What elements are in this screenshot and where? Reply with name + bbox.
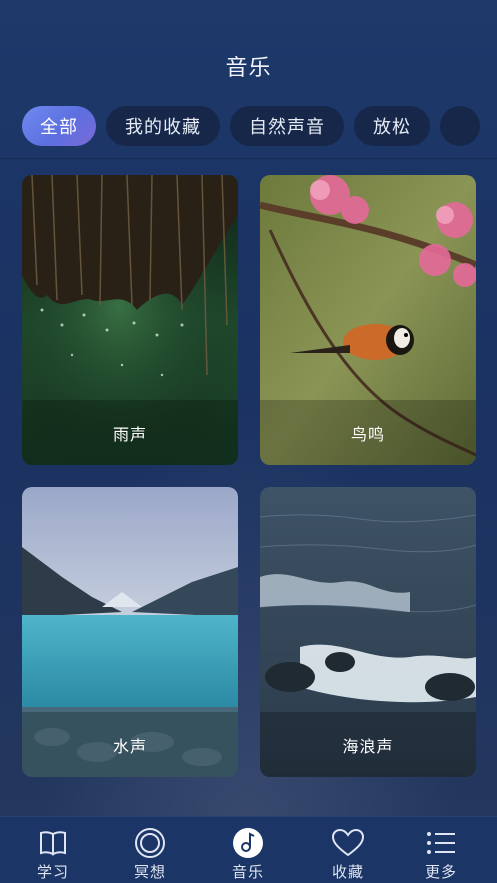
- meditation-circle-icon: [135, 828, 165, 858]
- category-tabs: 全部 我的收藏 自然声音 放松: [22, 106, 497, 146]
- sound-card-rain[interactable]: 雨声: [22, 175, 238, 465]
- sound-card-waves[interactable]: 海浪声: [260, 487, 476, 777]
- page-title: 音乐: [225, 56, 272, 81]
- card-label: 海浪声: [260, 712, 476, 777]
- header: 音乐: [0, 0, 497, 100]
- bottom-tab-bar: 学习 冥想 音乐 收藏 更多: [0, 816, 497, 883]
- book-icon: [40, 831, 66, 856]
- sound-card-bird[interactable]: 鸟鸣: [260, 175, 476, 465]
- tabbar-label: 冥想: [133, 863, 166, 881]
- tab-favorites[interactable]: 我的收藏: [106, 106, 220, 146]
- music-note-icon: [233, 828, 263, 858]
- header-divider: [0, 158, 497, 159]
- tab-nature-sounds[interactable]: 自然声音: [230, 106, 344, 146]
- tabbar-label: 收藏: [331, 863, 364, 881]
- tabbar-item-more[interactable]: 更多: [406, 827, 476, 882]
- tabbar-item-meditate[interactable]: 冥想: [115, 827, 185, 882]
- sound-card-water[interactable]: 水声: [22, 487, 238, 777]
- tabbar-item-learn[interactable]: 学习: [18, 827, 88, 882]
- tabbar-item-favorites[interactable]: 收藏: [313, 827, 383, 882]
- tabbar-label: 更多: [424, 863, 457, 881]
- tabbar-label: 学习: [36, 863, 69, 881]
- tab-all[interactable]: 全部: [22, 106, 96, 146]
- list-icon: [427, 832, 455, 854]
- tab-relax[interactable]: 放松: [354, 106, 430, 146]
- card-label: 鸟鸣: [260, 400, 476, 465]
- card-label: 水声: [22, 712, 238, 777]
- tabbar-label: 音乐: [231, 863, 264, 881]
- card-label: 雨声: [22, 400, 238, 465]
- tab-overflow[interactable]: [440, 106, 480, 146]
- tabbar-item-music[interactable]: 音乐: [213, 827, 283, 882]
- heart-icon: [331, 828, 365, 857]
